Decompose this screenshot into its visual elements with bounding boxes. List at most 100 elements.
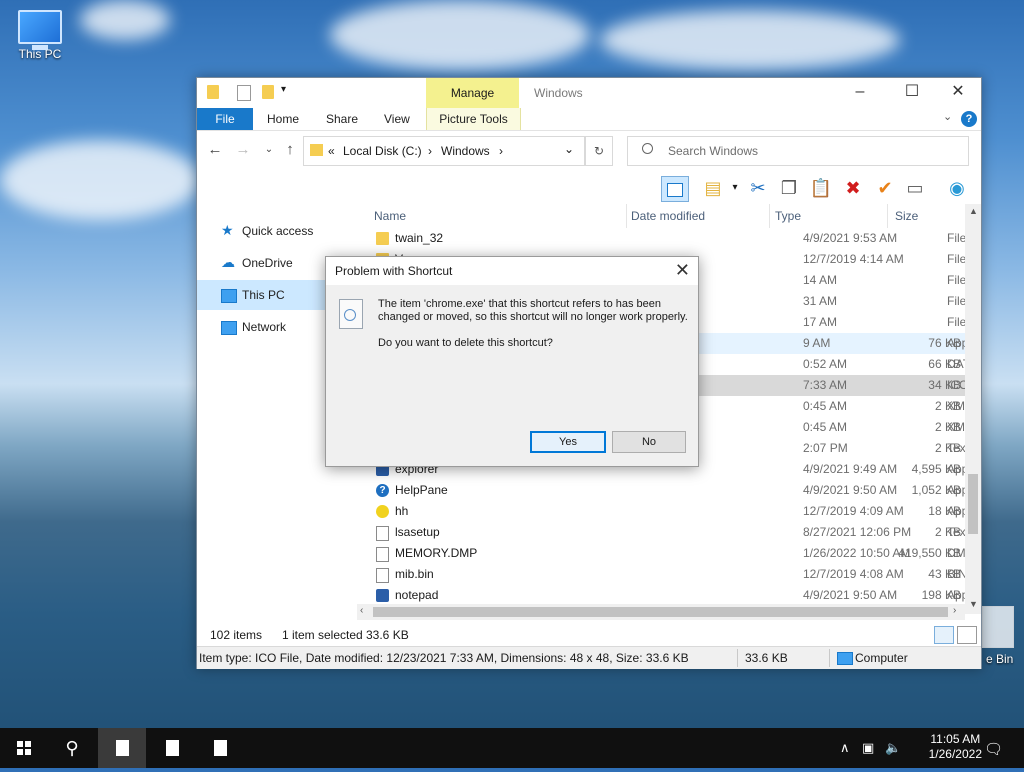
table-row[interactable]: twain_32 4/9/2021 9:53 AM File folder bbox=[365, 228, 965, 249]
desktop-icon-this-pc[interactable]: This PC bbox=[14, 10, 66, 61]
doc-icon bbox=[376, 547, 389, 562]
preview-pane-icon[interactable] bbox=[661, 176, 689, 202]
properties-icon[interactable] bbox=[237, 85, 251, 101]
scroll-left-icon[interactable]: ‹ bbox=[360, 605, 363, 616]
back-arrow-icon[interactable]: ← bbox=[206, 141, 224, 159]
close-icon[interactable]: ✕ bbox=[675, 260, 690, 281]
horizontal-scrollbar[interactable]: ‹ › bbox=[357, 604, 965, 620]
column-header-size[interactable]: Size bbox=[895, 204, 963, 228]
scroll-right-icon[interactable]: › bbox=[953, 605, 956, 616]
hh-icon bbox=[376, 505, 389, 518]
volume-muted-icon[interactable]: 🔈 bbox=[885, 740, 901, 756]
divider bbox=[737, 649, 738, 667]
cell-size: 34 KB bbox=[928, 378, 961, 392]
chevron-down-icon[interactable]: ▾ bbox=[723, 176, 747, 200]
table-row[interactable]: notepad4/9/2021 9:50 AMApplication198 KB bbox=[365, 585, 965, 604]
up-arrow-icon[interactable]: ↑ bbox=[281, 141, 299, 159]
cell-size: 2 KB bbox=[934, 441, 961, 455]
network-icon[interactable]: ▣ bbox=[862, 740, 874, 756]
taskbar: ⚲ ∧ ▣ 🔈 11:05 AM 1/26/2022 🗨 bbox=[0, 728, 1024, 768]
tab-home[interactable]: Home bbox=[267, 108, 299, 130]
dialog-title: Problem with Shortcut bbox=[335, 264, 453, 278]
cell-size: 4,595 KB bbox=[911, 462, 961, 476]
cell-date: 8/27/2021 12:06 PM bbox=[803, 525, 912, 539]
column-header-type[interactable]: Type bbox=[775, 204, 888, 228]
scrollbar-thumb[interactable] bbox=[968, 474, 978, 534]
no-button[interactable]: No bbox=[612, 431, 686, 453]
paste-icon[interactable]: 📋 bbox=[809, 176, 833, 200]
taskbar-app[interactable] bbox=[196, 728, 244, 768]
yes-button[interactable]: Yes bbox=[530, 431, 606, 453]
recent-locations-icon[interactable]: ⌄ bbox=[260, 141, 278, 159]
table-row[interactable]: ?HelpPane4/9/2021 9:50 AMApplication1,05… bbox=[365, 480, 965, 501]
table-row[interactable]: mib.bin12/7/2019 4:08 AMBIN File43 KB bbox=[365, 564, 965, 585]
system-clock[interactable]: 11:05 AM 1/26/2022 bbox=[929, 732, 982, 762]
sidebar-item-quick-access[interactable]: ★ Quick access bbox=[197, 216, 365, 246]
copy-icon[interactable]: ❐ bbox=[777, 176, 801, 200]
taskbar-app-explorer[interactable] bbox=[98, 728, 146, 768]
refresh-button[interactable]: ↻ bbox=[585, 136, 613, 166]
tab-file[interactable]: File bbox=[197, 108, 253, 130]
vertical-scrollbar[interactable]: ▲ ▼ bbox=[965, 204, 981, 614]
shell-icon[interactable]: ◉ bbox=[945, 176, 969, 200]
breadcrumb-separator: › bbox=[428, 144, 432, 158]
delete-icon[interactable]: ✖ bbox=[841, 176, 865, 200]
cell-type: File folder bbox=[947, 294, 965, 308]
details-bar: Item type: ICO File, Date modified: 12/2… bbox=[197, 646, 981, 669]
breadcrumb-windows[interactable]: Windows bbox=[441, 144, 490, 158]
tab-picture-tools[interactable]: Picture Tools bbox=[426, 108, 521, 130]
cloud bbox=[600, 10, 900, 70]
search-input[interactable]: Search Windows bbox=[627, 136, 969, 166]
tab-manage[interactable]: Manage bbox=[426, 78, 519, 108]
scroll-up-icon[interactable]: ▲ bbox=[969, 206, 978, 216]
notification-icon[interactable]: 🗨 bbox=[984, 740, 1003, 758]
sidebar-item-label: Quick access bbox=[242, 224, 314, 238]
table-row[interactable]: lsasetup8/27/2021 12:06 PMText Document2… bbox=[365, 522, 965, 543]
star-icon: ★ bbox=[221, 222, 234, 238]
tab-share[interactable]: Share bbox=[326, 108, 358, 130]
cell-size: 76 KB bbox=[928, 336, 961, 350]
recycle-bin-icon[interactable] bbox=[982, 606, 1014, 648]
scrollbar-thumb[interactable] bbox=[373, 607, 948, 617]
cut-icon[interactable]: ✂ bbox=[746, 176, 770, 200]
help-icon[interactable]: ? bbox=[961, 111, 977, 127]
tab-view[interactable]: View bbox=[384, 108, 410, 130]
table-row[interactable]: MEMORY.DMP1/26/2022 10:50 AMDMP File419,… bbox=[365, 543, 965, 564]
title-bar: ▾ Manage Windows – ☐ ✕ bbox=[197, 78, 981, 108]
folder-icon bbox=[310, 144, 323, 156]
divider bbox=[829, 649, 830, 667]
rename-check-icon[interactable]: ✔ bbox=[873, 176, 897, 200]
scroll-down-icon[interactable]: ▼ bbox=[969, 599, 978, 609]
breadcrumb-local-disk[interactable]: Local Disk (C:) bbox=[343, 144, 422, 158]
qat-dropdown-icon[interactable]: ▾ bbox=[281, 84, 286, 95]
close-button[interactable]: ✕ bbox=[935, 78, 981, 108]
start-button[interactable] bbox=[0, 728, 48, 768]
minimize-button[interactable]: – bbox=[837, 78, 883, 108]
search-icon[interactable]: ⚲ bbox=[48, 728, 96, 768]
details-view-icon[interactable] bbox=[934, 626, 954, 644]
cell-type: File folder bbox=[947, 252, 965, 266]
forward-arrow-icon[interactable]: → bbox=[234, 141, 252, 159]
expand-ribbon-icon[interactable]: ⌄ bbox=[943, 110, 952, 123]
properties-icon[interactable]: ▤ bbox=[701, 176, 725, 200]
table-row[interactable]: hh12/7/2019 4:09 AMApplication18 KB bbox=[365, 501, 965, 522]
cell-size: 2 KB bbox=[934, 525, 961, 539]
chevron-down-icon[interactable]: ⌄ bbox=[564, 142, 574, 156]
column-header-name[interactable]: Name bbox=[374, 204, 627, 228]
new-folder-icon[interactable] bbox=[262, 85, 274, 99]
cell-date: 12/7/2019 4:08 AM bbox=[803, 567, 904, 581]
cell-size: 419,550 KB bbox=[898, 546, 961, 560]
large-icons-view-icon[interactable] bbox=[957, 626, 977, 644]
maximize-button[interactable]: ☐ bbox=[889, 78, 935, 108]
chevron-up-icon[interactable]: ∧ bbox=[840, 740, 850, 756]
rename-icon[interactable]: ▭ bbox=[903, 176, 927, 200]
cell-date: 14 AM bbox=[803, 273, 838, 287]
folder-icon bbox=[207, 85, 219, 99]
problem-with-shortcut-dialog: Problem with Shortcut ✕ The item 'chrome… bbox=[325, 256, 699, 467]
cell-date: 0:45 AM bbox=[803, 420, 848, 434]
cloud bbox=[80, 0, 170, 40]
sidebar-item-label: Network bbox=[242, 320, 287, 334]
taskbar-app[interactable] bbox=[148, 728, 196, 768]
column-header-date[interactable]: Date modified bbox=[631, 204, 770, 228]
address-bar[interactable]: « Local Disk (C:) › Windows › ⌄ bbox=[303, 136, 585, 166]
